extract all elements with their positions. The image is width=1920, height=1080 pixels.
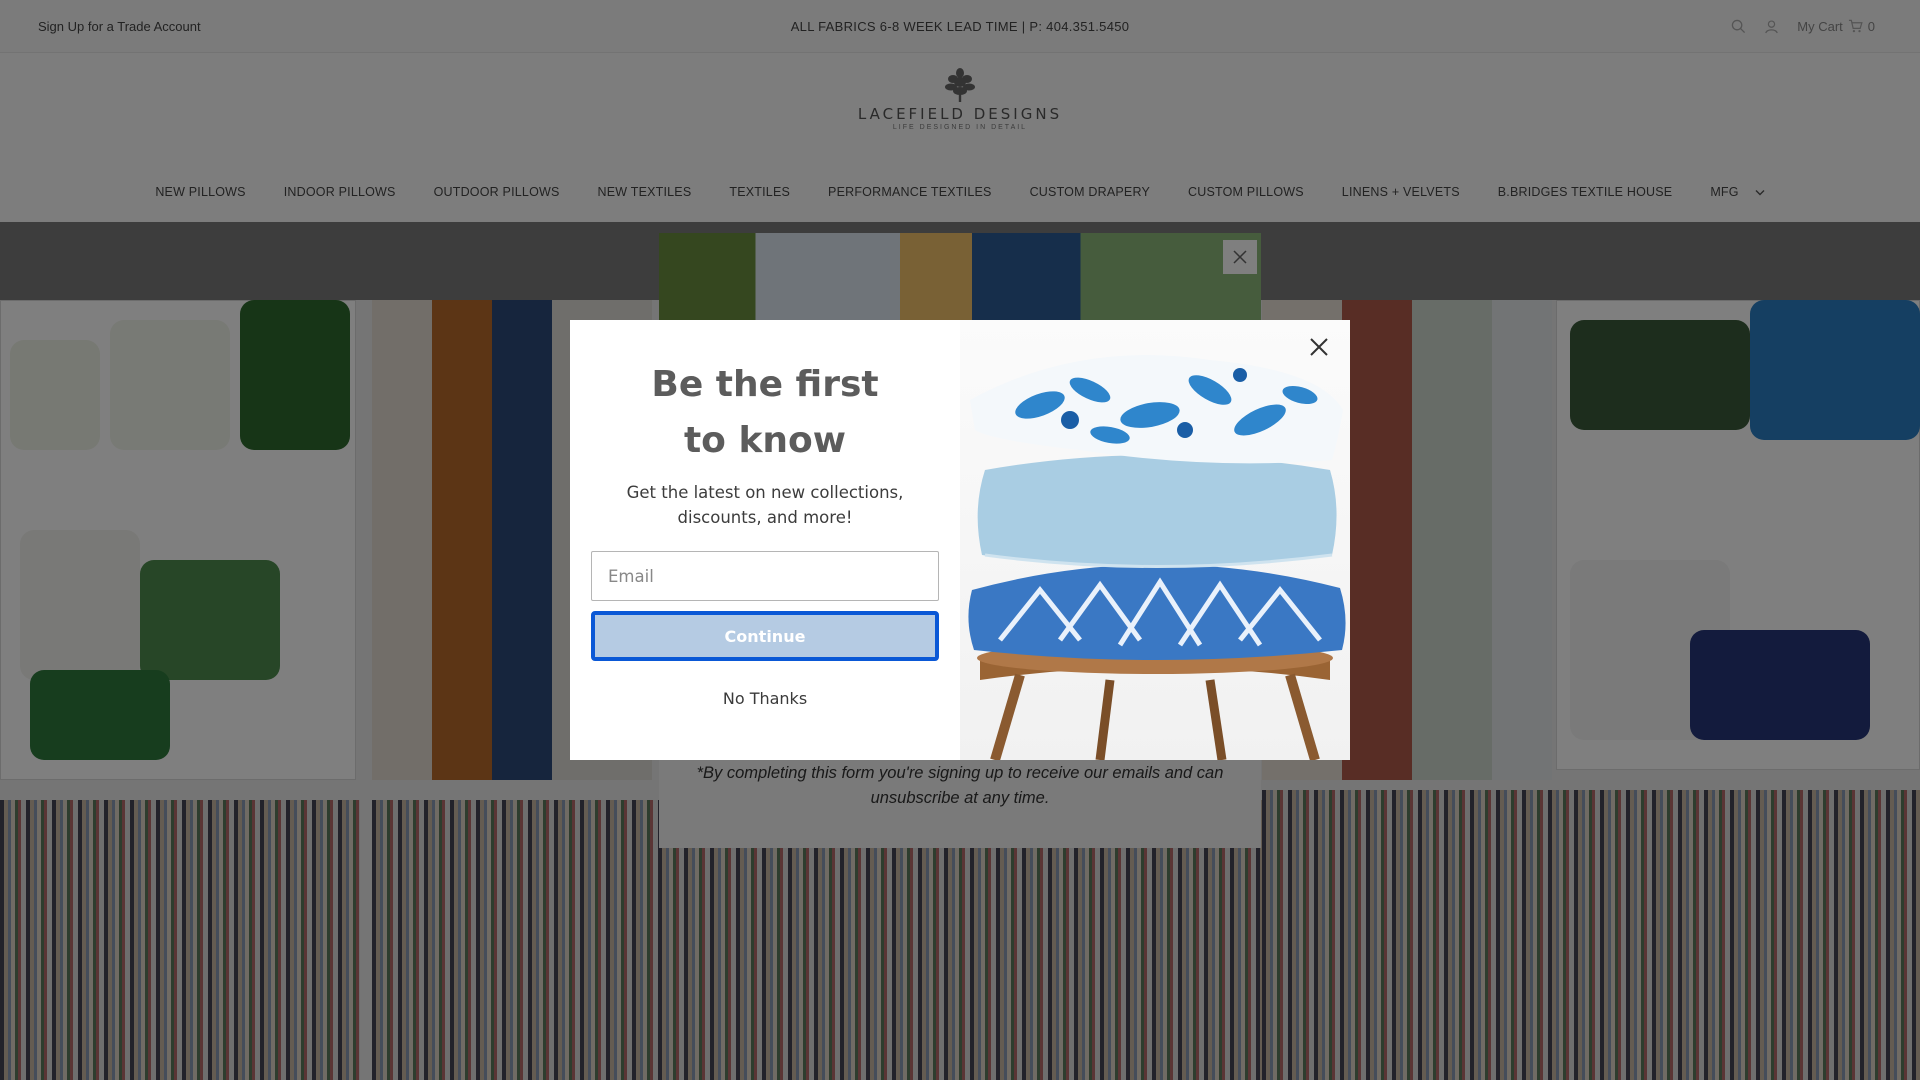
cart-icon [1848, 19, 1863, 33]
user-icon[interactable] [1764, 19, 1779, 34]
cart-count: 0 [1867, 18, 1875, 34]
modal-headline-line2: to know [683, 420, 847, 461]
pillow-stack-image [968, 355, 1346, 760]
modal-subtext: Get the latest on new collections, disco… [626, 483, 904, 527]
search-icon[interactable] [1731, 19, 1746, 34]
close-icon[interactable] [1306, 334, 1332, 360]
email-field[interactable] [591, 551, 939, 601]
cart-link[interactable]: My Cart 0 [1797, 19, 1875, 34]
modal-headline-line1: Be the first [651, 364, 879, 405]
cart-label: My Cart [1797, 18, 1843, 34]
modal-pillows-image [960, 320, 1350, 760]
newsletter-signup-modal: Be the first to know Get the latest on n… [570, 320, 1350, 760]
continue-button[interactable]: Continue [591, 611, 939, 661]
no-thanks-button[interactable]: No Thanks [570, 689, 960, 708]
modal-form-panel: Be the first to know Get the latest on n… [570, 320, 960, 760]
